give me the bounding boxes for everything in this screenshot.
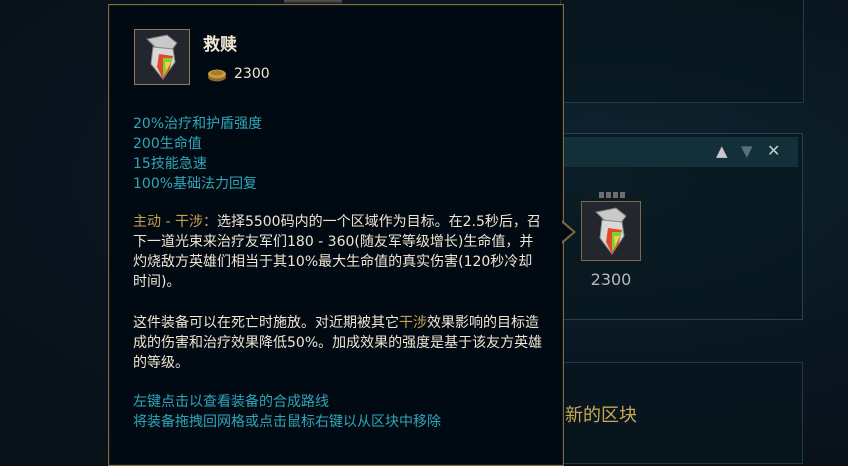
tooltip-arrow-inner [561, 222, 573, 242]
active-description: 主动 - 干涉：选择5500码内的一个区域作为目标。在2.5秒后，召下一道光束来… [133, 212, 543, 292]
redemption-item-icon [582, 202, 640, 260]
item-name: 救赎 [203, 35, 237, 55]
hint-build-path: 左键点击以查看装备的合成路线 [133, 394, 329, 410]
passive-highlight: 干涉 [399, 315, 427, 331]
slot-item-price: 2300 [590, 270, 632, 289]
move-down-icon[interactable]: ▼ [741, 142, 753, 160]
active-label: 主动 - 干涉： [133, 214, 217, 230]
redemption-icon [134, 29, 190, 85]
gold-icon [208, 69, 226, 82]
stat-health: 200生命值 [133, 136, 202, 152]
stat-heal-shield-power: 20%治疗和护盾强度 [133, 116, 263, 132]
move-up-icon[interactable]: ▲ [716, 142, 728, 160]
stat-mana-regen: 100%基础法力回复 [133, 176, 258, 192]
tooltip-hints: 左键点击以查看装备的合成路线 将装备拖拽回网格或点击鼠标右键以从区块中移除 [133, 392, 441, 432]
item-stats: 20%治疗和护盾强度 200生命值 15技能急速 100%基础法力回复 [133, 114, 262, 194]
new-block-label: 新的区块 [565, 405, 637, 426]
redemption-item-slot[interactable] [581, 201, 641, 261]
close-icon[interactable]: ✕ [767, 142, 780, 160]
passive-description: 这件装备可以在死亡时施放。对近期被其它干涉效果影响的目标造成的伤害和治疗效果降低… [133, 313, 543, 373]
hint-remove-item: 将装备拖拽回网格或点击鼠标右键以从区块中移除 [133, 414, 441, 430]
passive-text-1: 这件装备可以在死亡时施放。对近期被其它 [133, 315, 399, 331]
stat-ability-haste: 15技能急速 [133, 156, 207, 172]
item-block-panel-top [560, 0, 804, 103]
item-block-header [561, 137, 798, 167]
item-price: 2300 [234, 66, 270, 82]
